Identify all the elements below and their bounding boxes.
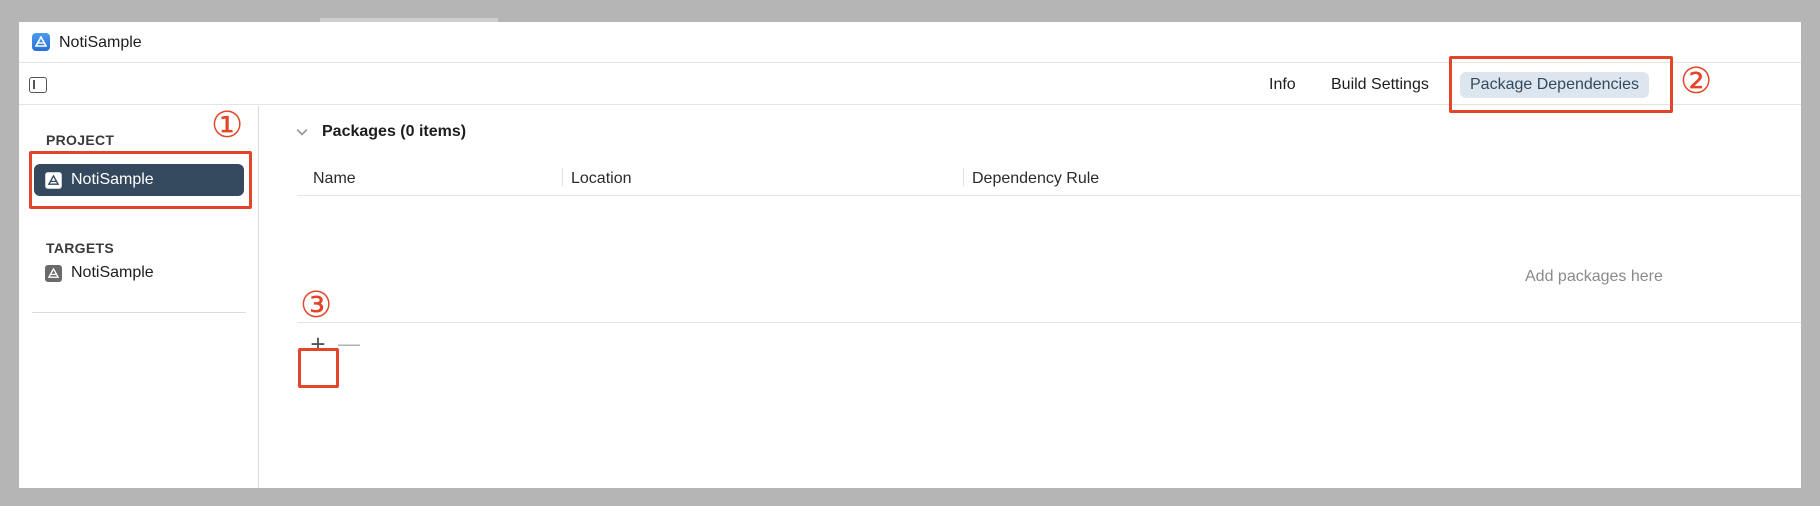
annotation-number-1: ① xyxy=(211,105,244,146)
column-separator xyxy=(963,168,964,186)
sidebar-divider xyxy=(32,312,246,313)
sidebar-toggle-icon[interactable] xyxy=(29,77,47,93)
column-header-dependency-rule[interactable]: Dependency Rule xyxy=(972,170,1099,188)
annotation-box-project xyxy=(29,151,252,209)
package-dependencies-pane: Packages (0 items) Name Location Depende… xyxy=(260,106,1801,488)
table-header-divider xyxy=(297,195,1801,196)
target-icon xyxy=(45,264,62,282)
sidebar-item-label: NotiSample xyxy=(71,264,154,281)
annotation-box-package-tab xyxy=(1449,56,1673,113)
remove-package-button[interactable]: — xyxy=(337,331,361,359)
packages-header: Packages (0 items) xyxy=(322,123,467,140)
empty-state-text: Add packages here xyxy=(1525,268,1663,285)
tab-build-settings[interactable]: Build Settings xyxy=(1321,72,1439,98)
targets-section-header: TARGETS xyxy=(46,240,114,256)
chevron-down-icon[interactable] xyxy=(296,126,308,136)
column-separator xyxy=(562,168,563,186)
window-title: NotiSample xyxy=(59,34,142,51)
column-header-location[interactable]: Location xyxy=(571,170,632,188)
column-header-name[interactable]: Name xyxy=(313,170,356,188)
annotation-box-add xyxy=(298,348,339,388)
project-section-header: PROJECT xyxy=(46,132,115,148)
table-footer-divider xyxy=(297,322,1801,323)
app-icon xyxy=(32,33,50,51)
annotation-number-3: ③ xyxy=(300,285,333,326)
sidebar-item-target[interactable]: NotiSample xyxy=(34,257,244,289)
annotation-number-2: ② xyxy=(1680,61,1713,102)
tab-info[interactable]: Info xyxy=(1259,72,1306,98)
